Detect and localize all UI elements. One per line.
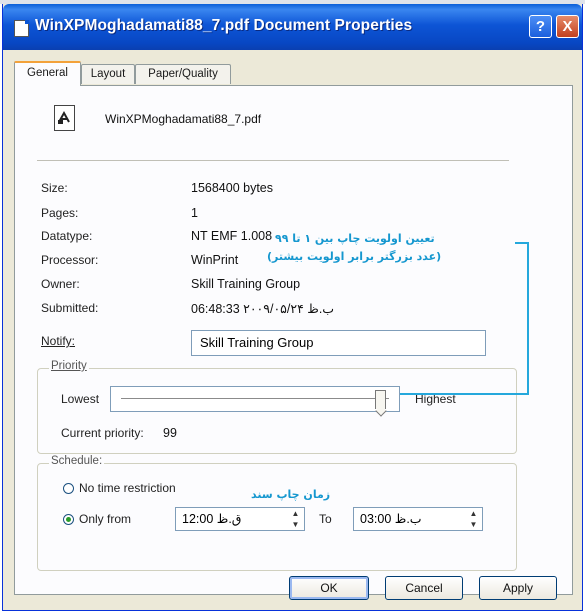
slider-track [121, 398, 389, 399]
datatype-value: NT EMF 1.008 [191, 229, 273, 243]
spin-up-icon[interactable]: ▲ [465, 508, 482, 519]
pages-value: 1 [191, 206, 198, 220]
cancel-button[interactable]: Cancel [385, 576, 463, 600]
document-properties-dialog: WinXPMoghadamati88_7.pdf Document Proper… [2, 4, 583, 611]
processor-value: WinPrint [191, 253, 239, 267]
pdf-document-icon [54, 105, 75, 131]
from-time-spin-buttons[interactable]: ▲ ▼ [287, 508, 304, 530]
from-time-value: 12:00 ق.ظ [182, 512, 242, 526]
slider-thumb[interactable] [375, 390, 387, 409]
priority-group-title: Priority [49, 360, 89, 372]
schedule-annotation: زمان چاپ سند [251, 488, 331, 501]
general-tab-panel: WinXPMoghadamati88_7.pdf Size: 1568400 b… [14, 85, 573, 600]
document-name: WinXPMoghadamati88_7.pdf [105, 112, 262, 126]
help-button[interactable]: ? [529, 15, 552, 38]
ok-button[interactable]: OK [289, 576, 369, 600]
spin-down-icon[interactable]: ▼ [465, 519, 482, 530]
submitted-value: 06:48:33 ۲۰۰۹/۰۵/۲۴ ب.ظ [191, 302, 335, 316]
owner-value: Skill Training Group [191, 277, 301, 291]
annotation-callout-top [515, 242, 529, 244]
tab-paper-quality[interactable]: Paper/Quality [135, 64, 231, 84]
owner-label: Owner: [41, 277, 80, 291]
from-time-stepper[interactable]: 12:00 ق.ظ ▲ ▼ [175, 507, 305, 531]
only-from-radio[interactable] [63, 514, 74, 525]
to-time-stepper[interactable]: 03:00 ب.ظ ▲ ▼ [353, 507, 483, 531]
spin-up-icon[interactable]: ▲ [287, 508, 304, 519]
window-title: WinXPMoghadamati88_7.pdf Document Proper… [35, 17, 413, 34]
current-priority-value: 99 [163, 426, 177, 440]
notify-input[interactable]: Skill Training Group [191, 330, 486, 356]
apply-button[interactable]: Apply [479, 576, 557, 600]
to-label: To [319, 512, 332, 526]
title-bar[interactable]: WinXPMoghadamati88_7.pdf Document Proper… [3, 4, 582, 50]
current-priority-label: Current priority: [61, 426, 144, 440]
schedule-group-title: Schedule: [49, 455, 105, 467]
tab-general[interactable]: General [14, 61, 81, 86]
separator [37, 160, 509, 161]
only-from-label: Only from [79, 512, 132, 526]
annotation-callout-horizontal [400, 393, 529, 395]
datatype-label: Datatype: [41, 229, 93, 243]
notify-label: Notify: [41, 334, 76, 348]
priority-lowest-label: Lowest [61, 392, 100, 406]
pages-label: Pages: [41, 206, 79, 220]
spin-down-icon[interactable]: ▼ [287, 519, 304, 530]
priority-annotation-line2: (عدد بزرگتر برابر اولویت بیشتر) [267, 250, 442, 263]
priority-annotation-line1: تعیین اولویت چاپ بین ۱ تا ۹۹ [275, 232, 435, 245]
size-value: 1568400 bytes [191, 181, 274, 195]
no-time-restriction-label: No time restriction [79, 481, 176, 495]
size-label: Size: [41, 181, 68, 195]
submitted-label: Submitted: [41, 301, 99, 315]
no-time-restriction-radio[interactable] [63, 483, 74, 494]
tab-layout[interactable]: Layout [81, 64, 135, 84]
priority-slider[interactable] [110, 386, 400, 412]
to-time-spin-buttons[interactable]: ▲ ▼ [465, 508, 482, 530]
document-icon [14, 20, 29, 37]
close-button[interactable]: X [556, 15, 579, 38]
processor-label: Processor: [41, 253, 99, 267]
annotation-callout-vertical [527, 242, 529, 394]
to-time-value: 03:00 ب.ظ [360, 512, 422, 526]
